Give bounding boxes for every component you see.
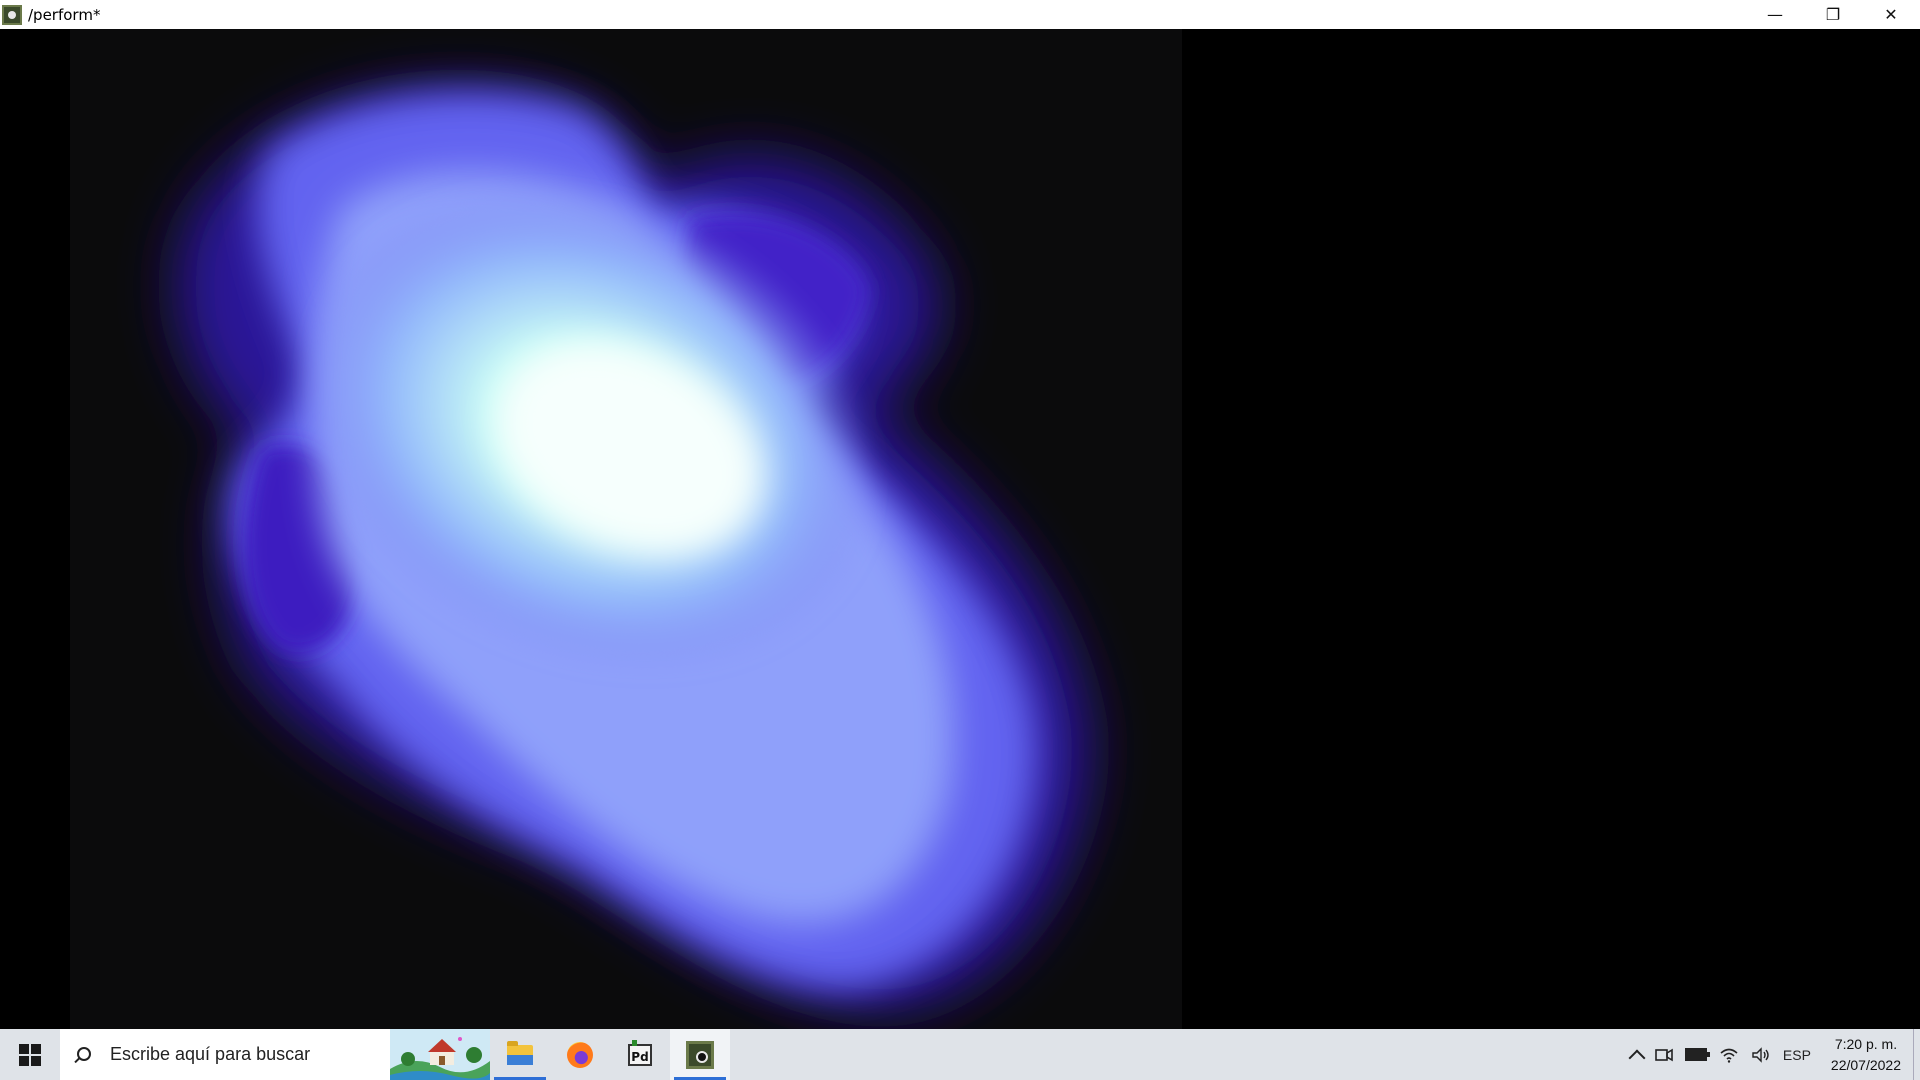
application-window: /perform* — ❐ ✕ xyxy=(0,0,1920,1029)
search-icon xyxy=(74,1046,91,1063)
battery-icon xyxy=(1684,1048,1710,1061)
folder-icon xyxy=(507,1040,533,1065)
meet-now-button[interactable] xyxy=(1649,1029,1679,1080)
pd-icon: Pd xyxy=(628,1039,652,1066)
title-bar[interactable]: /perform* — ❐ ✕ xyxy=(0,0,1920,29)
taskbar-search-box[interactable]: Escribe aquí para buscar xyxy=(60,1029,490,1080)
battery-button[interactable] xyxy=(1679,1029,1713,1080)
start-button[interactable] xyxy=(0,1029,60,1080)
minimize-button[interactable]: — xyxy=(1746,0,1804,29)
volume-button[interactable] xyxy=(1745,1029,1777,1080)
search-highlight-illustration-icon[interactable] xyxy=(390,1029,490,1080)
network-button[interactable] xyxy=(1713,1029,1745,1080)
close-button[interactable]: ✕ xyxy=(1862,0,1920,29)
speaker-icon xyxy=(1752,1046,1769,1063)
taskbar-file-explorer[interactable] xyxy=(490,1029,550,1080)
chevron-up-icon xyxy=(1628,1049,1646,1066)
gem-app-icon xyxy=(2,4,22,25)
taskbar-pure-data[interactable]: Pd xyxy=(610,1029,670,1080)
input-language-button[interactable]: ESP xyxy=(1777,1029,1817,1080)
clock-time: 7:20 p. m. xyxy=(1834,1035,1898,1052)
language-indicator: ESP xyxy=(1782,1046,1811,1063)
gem-icon xyxy=(686,1040,714,1069)
system-tray: ESP 7:20 p. m. 22/07/2022 xyxy=(1625,1029,1920,1080)
clock-date: 22/07/2022 xyxy=(1830,1056,1901,1073)
glowing-blob xyxy=(176,87,1091,1010)
firefox-icon xyxy=(567,1041,593,1068)
show-hidden-icons-button[interactable] xyxy=(1625,1029,1649,1080)
clock-button[interactable]: 7:20 p. m. 22/07/2022 xyxy=(1817,1034,1913,1076)
window-controls: — ❐ ✕ xyxy=(1746,0,1920,29)
maximize-button[interactable]: ❐ xyxy=(1804,0,1862,29)
window-title: /perform* xyxy=(28,5,101,24)
search-placeholder: Escribe aquí para buscar xyxy=(110,1044,311,1064)
taskbar: Escribe aquí para buscar Pd ESP 7:20 p. … xyxy=(0,1029,1920,1080)
render-canvas[interactable] xyxy=(70,29,1182,1029)
taskbar-firefox[interactable] xyxy=(550,1029,610,1080)
taskbar-gem-window[interactable] xyxy=(670,1029,730,1080)
show-desktop-button[interactable] xyxy=(1913,1029,1920,1080)
windows-logo-icon xyxy=(19,1043,41,1066)
camera-icon xyxy=(1655,1048,1673,1061)
wifi-icon xyxy=(1720,1048,1738,1063)
